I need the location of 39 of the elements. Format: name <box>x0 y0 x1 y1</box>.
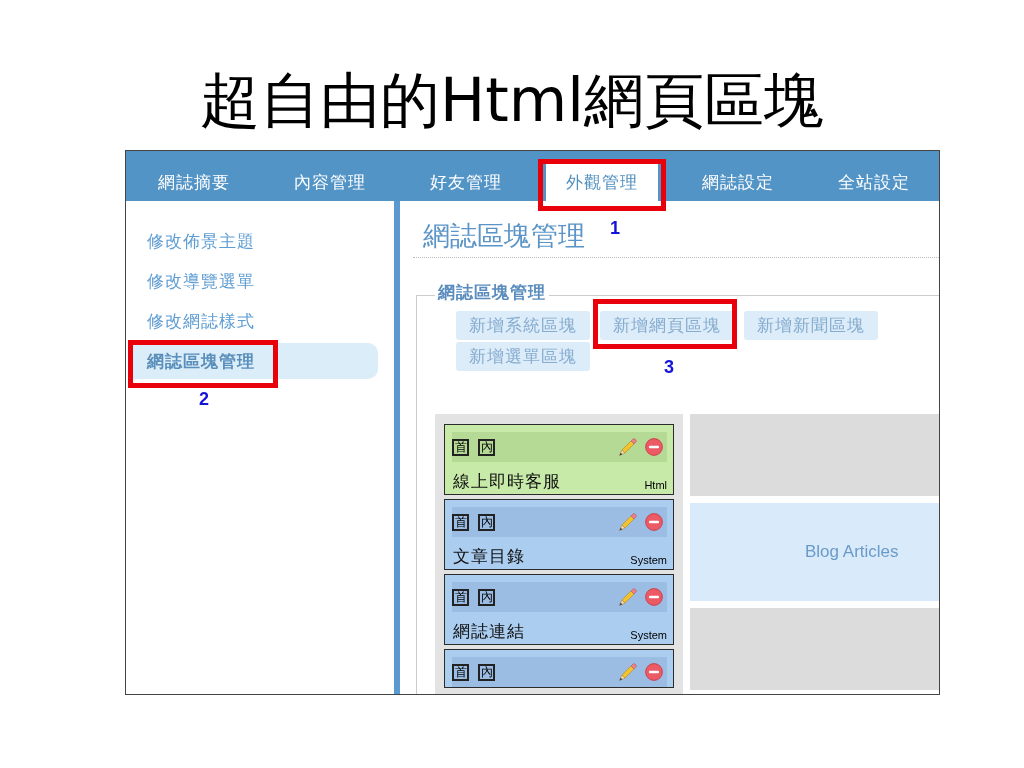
page-heading: 網誌區塊管理 <box>423 220 585 252</box>
zone-label: Blog Articles <box>805 542 899 562</box>
callout-number: 2 <box>199 390 209 408</box>
sidebar-item[interactable]: 修改佈景主題 <box>147 230 255 252</box>
minus-circle-icon[interactable] <box>645 438 663 456</box>
add-block-button[interactable]: 新增系統區塊 <box>456 311 590 340</box>
nav-tab[interactable]: 網誌摘要 <box>158 171 230 193</box>
scope-toggle[interactable]: 內 <box>478 438 495 456</box>
scope-toggle[interactable]: 首 <box>452 513 469 531</box>
nav-tab[interactable]: 網誌設定 <box>702 171 774 193</box>
block-name: 文章目錄 <box>453 545 525 567</box>
nav-tab[interactable]: 外觀管理 <box>546 163 658 201</box>
sidebar-item[interactable]: 修改導覽選單 <box>147 270 255 292</box>
scope-toggle[interactable]: 內 <box>478 588 495 606</box>
block-type: System <box>630 554 667 567</box>
scope-toggle[interactable]: 首 <box>452 588 469 606</box>
slide-title: 超自由的Html網頁區塊 <box>200 64 824 137</box>
block-type: Html <box>644 479 667 492</box>
add-block-button[interactable]: 新增網頁區塊 <box>600 311 734 340</box>
callout-number: 3 <box>664 358 674 376</box>
sidebar-item[interactable]: 網誌區塊管理 <box>130 343 378 379</box>
scope-toggle[interactable]: 內 <box>478 513 495 531</box>
add-block-button[interactable]: 新增選單區塊 <box>456 342 590 371</box>
sidebar-item[interactable]: 修改網誌樣式 <box>147 310 255 332</box>
nav-tab[interactable]: 內容管理 <box>294 171 366 193</box>
scope-toggle[interactable]: 首 <box>452 663 469 681</box>
nav-tab[interactable]: 好友管理 <box>430 171 502 193</box>
add-block-button[interactable]: 新增新聞區塊 <box>744 311 878 340</box>
minus-circle-icon[interactable] <box>645 588 663 606</box>
group-box-legend: 網誌區塊管理 <box>435 281 549 303</box>
block-name: 線上即時客服 <box>453 470 561 492</box>
nav-tab[interactable]: 全站設定 <box>838 171 910 193</box>
scope-toggle[interactable]: 內 <box>478 663 495 681</box>
minus-circle-icon[interactable] <box>645 513 663 531</box>
callout-number: 1 <box>610 219 620 237</box>
minus-circle-icon[interactable] <box>645 663 663 681</box>
scope-toggle[interactable]: 首 <box>452 438 469 456</box>
block-name: 網誌連結 <box>453 620 525 642</box>
block-type: System <box>630 629 667 642</box>
